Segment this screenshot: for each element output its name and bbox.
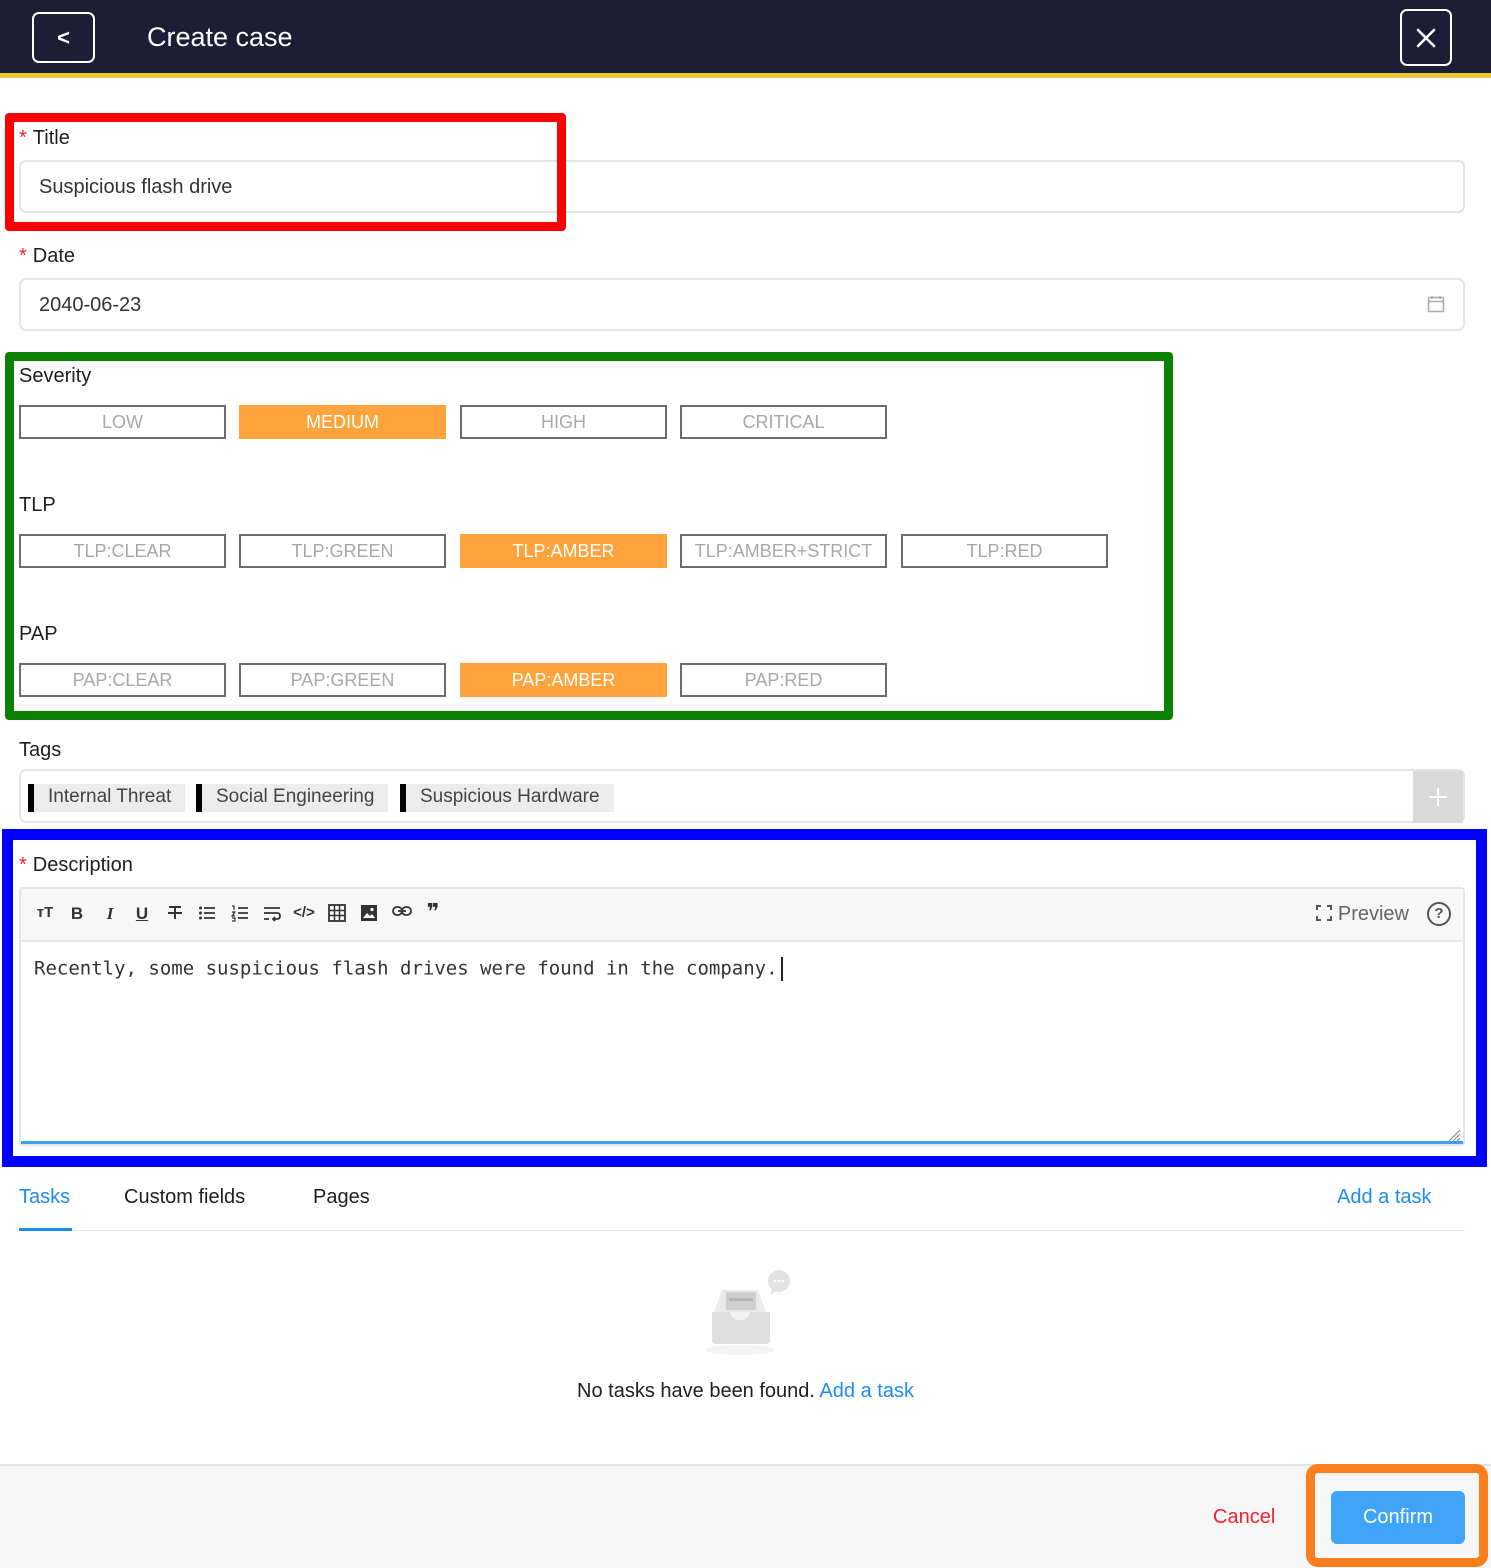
pap-option-red[interactable]: PAP:RED <box>680 663 887 697</box>
severity-label: Severity <box>19 365 92 387</box>
tag-chip[interactable]: Internal Threat <box>28 784 186 812</box>
required-marker: * <box>19 245 27 267</box>
underline-icon[interactable]: U <box>131 904 153 924</box>
cancel-button[interactable]: Cancel <box>1213 1506 1275 1529</box>
tab-pages[interactable]: Pages <box>313 1186 370 1209</box>
code-icon[interactable]: </> <box>293 904 315 921</box>
plus-icon <box>1429 788 1447 806</box>
quote-icon[interactable]: ❞ <box>422 899 444 925</box>
tab-custom-fields[interactable]: Custom fields <box>124 1186 245 1209</box>
tlp-option-amber[interactable]: TLP:AMBER <box>460 534 667 568</box>
tag-chip[interactable]: Suspicious Hardware <box>400 784 614 812</box>
modal-header: < Create case <box>0 0 1491 78</box>
tlp-option-amber-strict[interactable]: TLP:AMBER+STRICT <box>680 534 887 568</box>
severity-option-low[interactable]: LOW <box>19 405 226 439</box>
pap-option-green[interactable]: PAP:GREEN <box>239 663 446 697</box>
editor-toolbar: ᴛT B I U </> ❞ Preview ? <box>21 889 1463 942</box>
title-label-text: Title <box>32 127 70 149</box>
severity-option-critical[interactable]: CRITICAL <box>680 405 887 439</box>
back-button[interactable]: < <box>32 12 95 63</box>
empty-state-message: No tasks have been found. Add a task <box>0 1380 1491 1403</box>
bold-icon[interactable]: B <box>66 904 88 924</box>
description-editor[interactable]: ᴛT B I U </> ❞ Preview ? Recently, some … <box>19 887 1465 1146</box>
calendar-icon[interactable] <box>1427 295 1445 313</box>
tlp-option-red[interactable]: TLP:RED <box>901 534 1108 568</box>
strikethrough-icon[interactable] <box>164 904 186 922</box>
empty-state-add-task-link[interactable]: Add a task <box>819 1380 914 1402</box>
tag-chip[interactable]: Social Engineering <box>196 784 389 812</box>
preview-label: Preview <box>1337 903 1409 925</box>
link-icon[interactable] <box>391 904 413 918</box>
pap-option-amber[interactable]: PAP:AMBER <box>460 663 667 697</box>
tags-label: Tags <box>19 739 62 761</box>
wrap-icon[interactable] <box>261 904 283 922</box>
tab-tasks[interactable]: Tasks <box>19 1186 70 1209</box>
title-label: * Title <box>19 127 70 150</box>
add-tag-button[interactable] <box>1413 771 1463 823</box>
text-size-icon[interactable]: ᴛT <box>34 904 56 921</box>
date-value: 2040-06-23 <box>39 294 142 316</box>
tags-input[interactable]: Internal Threat Social Engineering Suspi… <box>19 769 1465 823</box>
fullscreen-icon <box>1315 905 1332 921</box>
bullet-list-icon[interactable] <box>196 904 218 922</box>
pap-label: PAP <box>19 623 58 645</box>
empty-inbox-icon <box>706 1270 790 1355</box>
add-task-link[interactable]: Add a task <box>1337 1186 1432 1209</box>
italic-icon[interactable]: I <box>99 904 121 924</box>
description-textarea[interactable]: Recently, some suspicious flash drives w… <box>34 957 783 981</box>
confirm-button[interactable]: Confirm <box>1331 1491 1465 1544</box>
severity-option-medium[interactable]: MEDIUM <box>239 405 446 439</box>
tlp-option-green[interactable]: TLP:GREEN <box>239 534 446 568</box>
table-icon[interactable] <box>326 904 348 922</box>
date-label-text: Date <box>32 245 76 267</box>
empty-state-text: No tasks have been found. <box>577 1380 815 1402</box>
close-button[interactable] <box>1400 9 1452 66</box>
date-label: * Date <box>19 245 75 268</box>
tabs-divider <box>19 1230 1465 1231</box>
close-icon <box>1416 28 1436 47</box>
resize-handle-icon[interactable] <box>1447 1128 1461 1142</box>
help-icon[interactable]: ? <box>1427 902 1451 926</box>
image-icon[interactable] <box>358 904 380 922</box>
text-caret <box>780 957 783 981</box>
numbered-list-icon[interactable] <box>229 904 251 922</box>
description-label-text: Description <box>32 854 133 876</box>
preview-toggle[interactable]: Preview <box>1315 903 1409 926</box>
required-marker: * <box>19 127 27 149</box>
pap-option-clear[interactable]: PAP:CLEAR <box>19 663 226 697</box>
required-marker: * <box>19 854 27 876</box>
tlp-label: TLP <box>19 494 56 516</box>
title-input[interactable]: Suspicious flash drive <box>19 160 1465 213</box>
description-text: Recently, some suspicious flash drives w… <box>34 957 778 980</box>
severity-option-high[interactable]: HIGH <box>460 405 667 439</box>
description-label: * Description <box>19 854 133 877</box>
date-input[interactable]: 2040-06-23 <box>19 278 1465 331</box>
tlp-option-clear[interactable]: TLP:CLEAR <box>19 534 226 568</box>
active-tab-indicator <box>19 1228 72 1231</box>
modal-title: Create case <box>147 22 293 52</box>
editor-focus-underline <box>21 1141 1463 1144</box>
